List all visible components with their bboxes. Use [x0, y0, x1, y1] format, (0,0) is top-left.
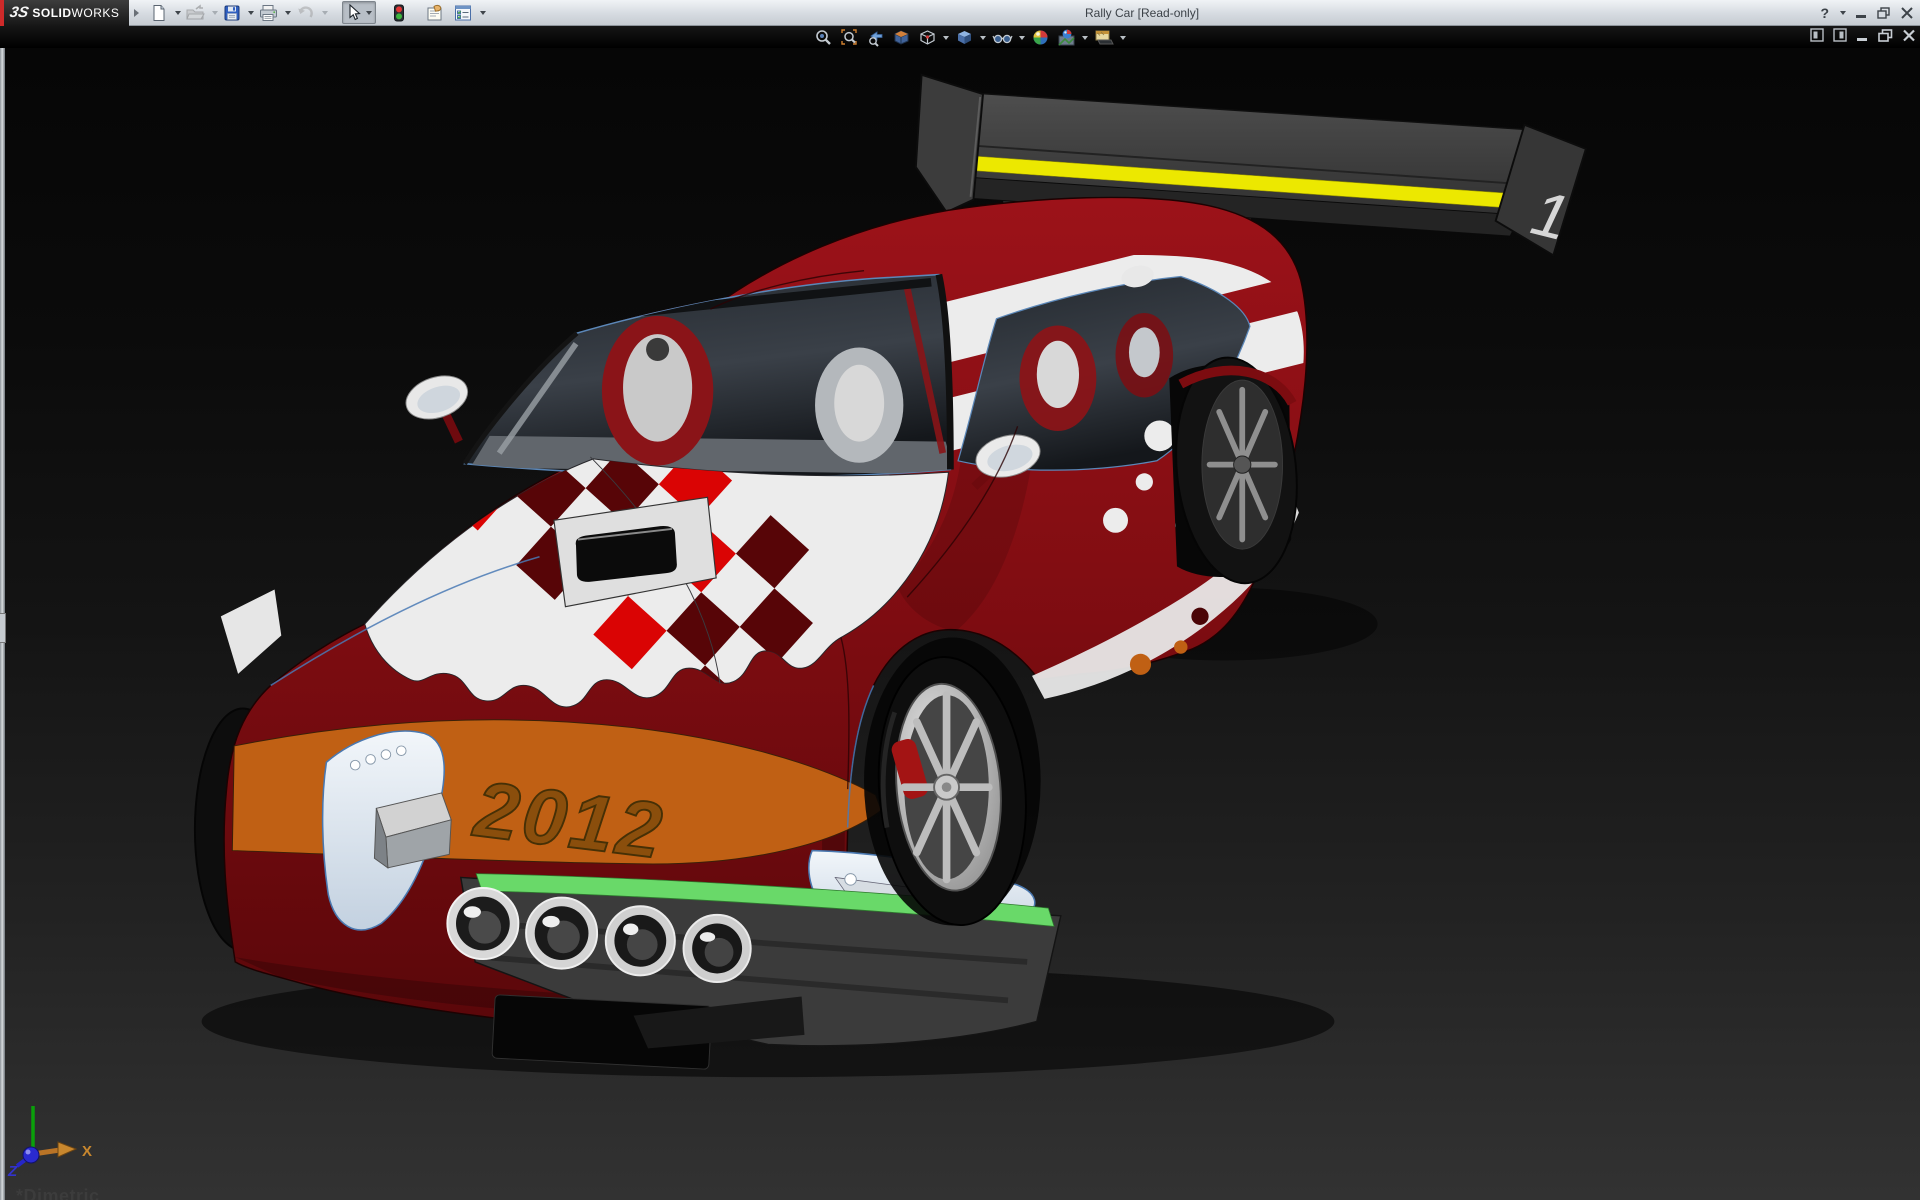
hide-show-dropdown[interactable] — [1019, 35, 1025, 40]
file-properties-button[interactable] — [422, 2, 448, 24]
new-dropdown[interactable] — [175, 10, 182, 15]
apply-scene-button[interactable] — [1055, 27, 1078, 48]
reference-triad: X Z — [7, 1106, 92, 1180]
new-document-button[interactable] — [147, 2, 171, 24]
window-controls: ? — [1820, 0, 1914, 26]
toolbar-overflow-chevron[interactable] — [134, 8, 140, 17]
triad-z-label: Z — [7, 1163, 18, 1180]
feature-pane-toggle-right[interactable] — [1833, 28, 1847, 47]
solidworks-window: 3S SOLIDWORKS Rally Car [Read-only] ? 1 … — [0, 0, 1920, 1200]
document-window-controls — [1810, 28, 1916, 47]
standard-toolbar — [147, 1, 487, 24]
edit-appearance-button[interactable] — [1029, 27, 1052, 48]
print-icon — [260, 4, 278, 21]
save-floppy-icon — [224, 5, 240, 20]
solidworks-wordmark: SOLIDWORKS — [32, 5, 120, 20]
rear-wheel — [1169, 356, 1298, 585]
select-cursor-icon — [349, 4, 362, 21]
display-style-dropdown[interactable] — [980, 35, 986, 40]
zoom-to-area-icon — [841, 29, 857, 45]
graphics-viewport[interactable]: 1 2012 X Z *Dimetric — [0, 48, 1920, 1200]
previous-view-icon — [869, 31, 883, 47]
view-orientation-icon — [920, 30, 935, 45]
solidworks-logo: 3S SOLIDWORKS — [4, 0, 130, 26]
undo-button[interactable] — [293, 2, 318, 24]
rally-car-model: 1 2012 — [193, 73, 1588, 1078]
minimize-document-button[interactable] — [1856, 29, 1869, 47]
open-document-button[interactable] — [183, 2, 208, 24]
section-view-button[interactable] — [890, 27, 913, 48]
triad-x-label: X — [82, 1143, 92, 1160]
view-settings-dropdown[interactable] — [1120, 35, 1126, 40]
print-dropdown[interactable] — [285, 10, 292, 15]
options-dropdown[interactable] — [480, 10, 487, 15]
undo-dropdown[interactable] — [322, 10, 329, 15]
hide-show-items-button[interactable] — [990, 27, 1015, 48]
zoom-to-area-button[interactable] — [838, 27, 861, 48]
rebuild-button[interactable] — [390, 2, 408, 24]
apply-scene-dropdown[interactable] — [1082, 35, 1088, 40]
view-orientation-label: *Dimetric — [16, 1186, 100, 1200]
save-dropdown[interactable] — [248, 10, 255, 15]
eyeglasses-icon — [992, 34, 1013, 44]
rebuild-traffic-light-icon — [394, 4, 405, 21]
help-dropdown[interactable] — [1840, 11, 1846, 15]
undo-arrow-icon — [298, 5, 314, 18]
view-orientation-dropdown[interactable] — [943, 35, 949, 40]
print-button[interactable] — [256, 2, 281, 24]
view-settings-button[interactable] — [1092, 27, 1116, 48]
close-button[interactable] — [1900, 7, 1914, 19]
feature-pane-toggle-left[interactable] — [1810, 28, 1824, 47]
options-checklist-icon — [455, 5, 472, 20]
display-style-button[interactable] — [953, 27, 976, 48]
heads-up-view-toolbar — [812, 27, 1127, 48]
titlebar: 3S SOLIDWORKS Rally Car [Read-only] ? — [0, 0, 1920, 26]
splitter-handle[interactable] — [0, 613, 6, 643]
previous-view-button[interactable] — [864, 27, 887, 48]
left-mirror — [405, 375, 469, 444]
appearance-sphere-icon — [1033, 30, 1048, 45]
apply-scene-icon — [1058, 29, 1075, 46]
window-title: Rally Car [Read-only] — [1085, 6, 1200, 20]
help-button[interactable]: ? — [1820, 5, 1829, 21]
ds-logo-mark: 3S — [8, 4, 31, 21]
wing-left-endplate — [914, 73, 985, 214]
close-document-button[interactable] — [1902, 29, 1916, 47]
view-settings-icon — [1095, 30, 1114, 45]
view-orientation-button[interactable] — [916, 27, 939, 48]
restore-button[interactable] — [1877, 7, 1891, 19]
heads-up-toolbar-row — [0, 26, 1920, 48]
save-button[interactable] — [220, 2, 244, 24]
file-properties-icon — [427, 4, 442, 20]
zoom-to-fit-icon — [816, 30, 831, 45]
open-dropdown[interactable] — [212, 10, 219, 15]
restore-document-button[interactable] — [1878, 28, 1893, 47]
zoom-to-fit-button[interactable] — [812, 27, 835, 48]
options-button[interactable] — [450, 2, 476, 24]
minimize-button[interactable] — [1855, 7, 1868, 19]
section-view-icon — [894, 30, 909, 45]
select-tool-button[interactable] — [342, 1, 377, 24]
select-dropdown[interactable] — [366, 10, 373, 15]
new-document-icon — [153, 4, 165, 21]
open-folder-icon — [186, 3, 206, 19]
display-style-icon — [958, 31, 971, 44]
